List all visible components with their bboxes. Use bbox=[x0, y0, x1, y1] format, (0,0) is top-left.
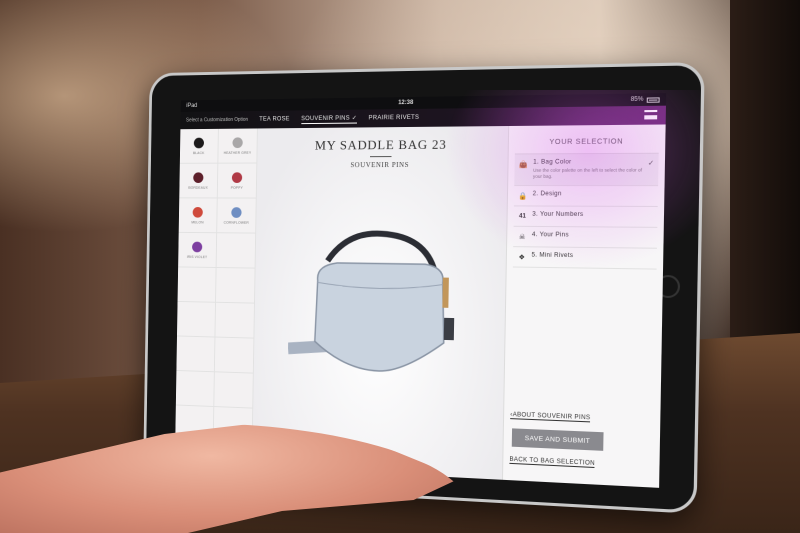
step-complete-check-icon: ✓ bbox=[647, 160, 655, 168]
step-body: 5. Mini Rivets bbox=[531, 253, 652, 261]
empty-swatch-cell bbox=[175, 370, 215, 408]
check-icon: ✓ bbox=[351, 115, 358, 122]
back-to-bag-selection-link[interactable]: BACK TO BAG SELECTION bbox=[509, 456, 596, 469]
color-palette: BLACK HEATHER GREY BORDEAUX POPPY MELON CORNF… bbox=[174, 128, 258, 479]
step-label: 3. Your Numbers bbox=[532, 211, 584, 219]
step-description: Use the color palette on the left to sel… bbox=[532, 167, 643, 179]
swatch-label: BLACK bbox=[192, 150, 205, 155]
rivet-icon: ❖ bbox=[518, 253, 526, 262]
tab-tea-rose[interactable]: TEA ROSE bbox=[259, 116, 290, 122]
swatch-label: MELON bbox=[191, 219, 204, 224]
color-swatch-cell[interactable]: MELON bbox=[178, 198, 218, 234]
empty-swatch-cell bbox=[215, 267, 256, 304]
color-swatch bbox=[192, 206, 203, 218]
swatch-label: HEATHER GREY bbox=[223, 150, 252, 155]
skull-icon: ☠ bbox=[518, 233, 526, 241]
step-body: 2. Design bbox=[533, 191, 654, 197]
empty-swatch-cell bbox=[216, 233, 257, 269]
empty-swatch-cell bbox=[176, 301, 216, 338]
step-bag-color[interactable]: 👜 1. Bag Color Use the color palette on … bbox=[514, 153, 659, 187]
tab-souvenir-pins-label: SOUVENIR PINS bbox=[301, 115, 350, 122]
empty-swatch-cell bbox=[214, 372, 254, 409]
battery-icon bbox=[646, 96, 660, 103]
numbers-icon: 41 bbox=[518, 213, 526, 220]
empty-swatch-cell bbox=[215, 302, 255, 339]
color-swatch bbox=[231, 206, 242, 218]
color-swatch bbox=[192, 241, 203, 252]
hamburger-menu-icon[interactable] bbox=[644, 109, 658, 120]
bag-subtitle: SOUVENIR PINS bbox=[350, 160, 410, 170]
step-your-pins[interactable]: ☠ 4. Your Pins bbox=[513, 226, 658, 249]
bag-body bbox=[314, 263, 445, 373]
product-preview: MY SADDLE BAG 23 SOUVENIR PINS bbox=[252, 126, 509, 480]
step-body: 3. Your Numbers bbox=[532, 212, 653, 219]
sidebar-heading: YOUR SELECTION bbox=[514, 130, 660, 155]
swatch-label: IRIS VIOLET bbox=[186, 254, 208, 259]
step-body: 4. Your Pins bbox=[532, 232, 653, 239]
title-divider bbox=[369, 156, 392, 158]
empty-swatch-cell bbox=[176, 336, 216, 373]
status-right: 85% bbox=[631, 96, 660, 103]
bag-hangtag bbox=[443, 317, 455, 341]
bag-buckle-strap bbox=[442, 277, 449, 308]
status-time: 12:38 bbox=[398, 99, 414, 107]
selection-sidebar: YOUR SELECTION 👜 1. Bag Color Use the co… bbox=[501, 124, 666, 488]
color-swatch-cell[interactable]: HEATHER GREY bbox=[218, 128, 258, 164]
color-swatch-cell[interactable]: POPPY bbox=[217, 163, 258, 199]
color-swatch bbox=[231, 171, 243, 183]
color-swatch-cell[interactable]: BORDEAUX bbox=[179, 163, 219, 199]
swatch-label: BORDEAUX bbox=[188, 185, 208, 190]
empty-swatch-cell bbox=[177, 267, 217, 303]
tab-souvenir-pins[interactable]: SOUVENIR PINS ✓ bbox=[301, 114, 358, 124]
lock-icon: 🔒 bbox=[518, 192, 528, 200]
color-swatch bbox=[193, 171, 204, 183]
color-swatch bbox=[193, 137, 205, 148]
step-body: 1. Bag Color Use the color palette on th… bbox=[533, 159, 643, 180]
step-label: 1. Bag Color bbox=[533, 159, 572, 166]
step-mini-rivets[interactable]: ❖ 5. Mini Rivets bbox=[512, 247, 657, 270]
empty-swatch-cell bbox=[214, 337, 255, 374]
step-label: 5. Mini Rivets bbox=[531, 252, 574, 260]
color-swatch-cell[interactable]: IRIS VIOLET bbox=[178, 232, 218, 268]
about-souvenir-pins-link[interactable]: ‹ABOUT SOUVENIR PINS bbox=[510, 411, 591, 423]
color-swatch-cell[interactable]: BLACK bbox=[179, 128, 219, 164]
device-label: iPad bbox=[186, 103, 198, 109]
swatch-label: CORNFLOWER bbox=[223, 220, 249, 225]
step-label: 2. Design bbox=[532, 191, 562, 198]
color-swatch bbox=[232, 136, 243, 148]
bag-icon: 👜 bbox=[518, 161, 528, 169]
about-link-label: ABOUT SOUVENIR PINS bbox=[512, 412, 591, 422]
bag-title: MY SADDLE BAG 23 bbox=[314, 136, 447, 153]
save-and-submit-button[interactable]: SAVE AND SUBMIT bbox=[511, 428, 604, 451]
step-design[interactable]: 🔒 2. Design bbox=[513, 186, 659, 208]
step-label: 4. Your Pins bbox=[531, 232, 569, 239]
color-swatch-cell[interactable]: CORNFLOWER bbox=[217, 198, 257, 234]
step-your-numbers[interactable]: 41 3. Your Numbers bbox=[513, 206, 658, 229]
saddle-bag-image bbox=[287, 221, 455, 394]
swatch-label: POPPY bbox=[230, 185, 243, 190]
battery-percent: 85% bbox=[630, 96, 644, 103]
nav-prompt: Select a Customization Option bbox=[185, 116, 249, 124]
tab-prairie-rivets[interactable]: PRAIRIE RIVETS bbox=[369, 115, 420, 122]
